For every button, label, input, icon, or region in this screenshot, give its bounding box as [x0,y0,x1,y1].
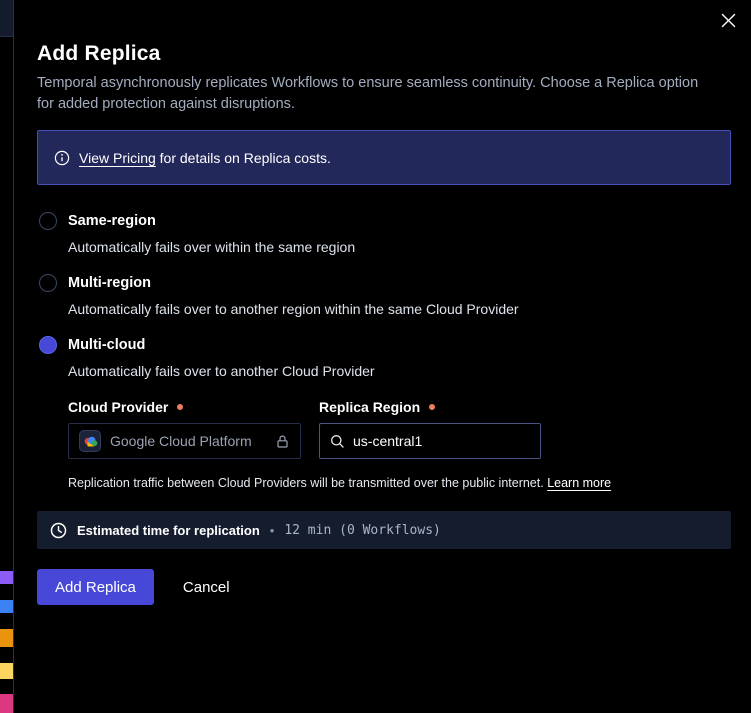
replica-option-same-region: Same-region Automatically fails over wit… [37,212,731,255]
lock-icon [275,434,290,449]
option-description: Automatically fails over to another regi… [68,301,731,317]
option-description: Automatically fails over within the same… [68,239,731,255]
cancel-button[interactable]: Cancel [183,579,230,596]
modal-actions: Add Replica Cancel [37,569,731,605]
replica-region-group: Replica Region [319,399,541,459]
estimate-banner: Estimated time for replication • 12 min … [37,511,731,549]
pricing-banner-text: View Pricing for details on Replica cost… [79,150,331,166]
radio-same-region[interactable] [39,212,57,230]
cloud-provider-label: Cloud Provider [68,399,301,415]
search-icon [330,434,345,449]
required-dot [429,404,435,410]
backdrop-stripe [0,663,13,679]
pricing-banner: View Pricing for details on Replica cost… [37,130,731,185]
estimate-value: 12 min (0 Workflows) [284,523,441,538]
learn-more-link[interactable]: Learn more [547,476,611,490]
replica-region-field[interactable] [319,423,541,459]
pricing-banner-suffix: for details on Replica costs. [156,150,331,166]
clock-icon [50,522,67,539]
option-description: Automatically fails over to another Clou… [68,363,731,379]
cloud-provider-select[interactable]: Google Cloud Platform [68,423,301,459]
replica-options: Same-region Automatically fails over wit… [37,212,731,490]
modal-description: Temporal asynchronously replicates Workf… [37,73,717,114]
replica-region-label-text: Replica Region [319,399,420,415]
option-head-same-region[interactable]: Same-region [39,212,731,230]
note-text: Replication traffic between Cloud Provid… [68,476,544,490]
replica-option-multi-region: Multi-region Automatically fails over to… [37,274,731,317]
add-replica-button[interactable]: Add Replica [37,569,154,605]
backdrop-stripe [0,629,13,647]
estimate-label: Estimated time for replication [77,523,260,538]
estimate-separator: • [270,523,275,538]
add-replica-modal: Add Replica Temporal asynchronously repl… [14,0,751,713]
gcp-logo-icon [79,430,101,452]
option-label: Multi-region [68,275,151,291]
close-button[interactable] [718,10,738,30]
cloud-provider-value: Google Cloud Platform [110,433,266,449]
backdrop-stripe [0,571,13,584]
replica-option-multi-cloud: Multi-cloud Automatically fails over to … [37,336,731,490]
modal-title: Add Replica [37,42,731,66]
radio-multi-cloud[interactable] [39,336,57,354]
backdrop-stripe [0,694,13,713]
option-head-multi-region[interactable]: Multi-region [39,274,731,292]
multi-cloud-form: Cloud Provider Google Cloud P [68,399,731,459]
close-icon [721,13,736,28]
info-icon [54,150,70,166]
replica-region-label: Replica Region [319,399,541,415]
cloud-provider-group: Cloud Provider Google Cloud P [68,399,301,459]
page-header-edge [0,0,13,37]
option-label: Multi-cloud [68,337,145,353]
public-internet-note: Replication traffic between Cloud Provid… [68,476,731,490]
option-head-multi-cloud[interactable]: Multi-cloud [39,336,731,354]
radio-multi-region[interactable] [39,274,57,292]
view-pricing-link[interactable]: View Pricing [79,150,156,166]
required-dot [177,404,183,410]
cloud-provider-label-text: Cloud Provider [68,399,168,415]
backdrop-stripe [0,600,13,613]
replica-region-input[interactable] [353,433,530,449]
option-label: Same-region [68,213,156,229]
